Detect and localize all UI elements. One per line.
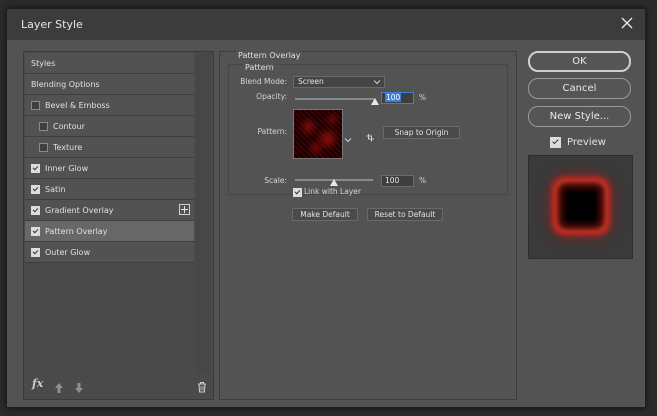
close-icon[interactable] bbox=[619, 15, 635, 31]
styles-list: Styles Blending Options Bevel & Emboss Cont… bbox=[25, 53, 194, 263]
opacity-slider[interactable] bbox=[295, 98, 375, 100]
styles-list-item[interactable]: Gradient Overlay bbox=[25, 200, 194, 221]
pattern-subgroup-title: Pattern bbox=[243, 63, 276, 72]
style-label: Satin bbox=[45, 184, 66, 194]
pattern-fieldset: Pattern Blend Mode: Screen Opacity: 100 … bbox=[228, 63, 508, 195]
style-checkbox[interactable] bbox=[31, 247, 40, 257]
style-label: Styles bbox=[31, 58, 56, 68]
preview-label: Preview bbox=[567, 136, 606, 148]
styles-list-item[interactable]: Outer Glow bbox=[25, 242, 194, 263]
style-checkbox[interactable] bbox=[39, 121, 48, 131]
group-title: Pattern Overlay bbox=[236, 51, 303, 60]
styles-scrollbar[interactable] bbox=[196, 53, 210, 373]
new-style-button[interactable]: New Style... bbox=[528, 106, 631, 127]
dialog-title: Layer Style bbox=[21, 18, 83, 31]
style-label: Contour bbox=[53, 121, 85, 131]
pattern-dropdown-icon[interactable] bbox=[344, 129, 352, 143]
opacity-label: Opacity: bbox=[256, 92, 287, 101]
move-up-icon[interactable] bbox=[54, 379, 64, 393]
styles-footer: fx bbox=[32, 377, 207, 393]
scale-label: Scale: bbox=[264, 176, 287, 185]
styles-list-item[interactable]: Pattern Overlay bbox=[25, 221, 194, 242]
style-checkbox[interactable] bbox=[31, 100, 40, 110]
layer-style-dialog: Layer Style Styles Blending Options Bevel … bbox=[6, 8, 646, 408]
style-label: Blending Options bbox=[31, 79, 100, 89]
blend-mode-select[interactable]: Screen bbox=[293, 76, 385, 88]
scale-value: 100 bbox=[385, 176, 400, 185]
styles-list-item[interactable]: Satin bbox=[25, 179, 194, 200]
link-with-layer-checkbox[interactable] bbox=[293, 188, 302, 197]
trash-icon[interactable] bbox=[197, 378, 207, 393]
style-preview-thumbnail bbox=[528, 155, 633, 259]
preview-toggle: Preview bbox=[550, 135, 606, 149]
styles-list-item[interactable]: Blending Options bbox=[25, 74, 194, 95]
snap-to-origin-button[interactable]: Snap to Origin bbox=[383, 126, 460, 139]
pattern-overlay-panel: Pattern Overlay Pattern Blend Mode: Scre… bbox=[219, 51, 517, 400]
scale-slider-thumb[interactable] bbox=[330, 179, 338, 186]
blend-mode-label: Blend Mode: bbox=[240, 77, 287, 86]
style-checkbox[interactable] bbox=[39, 142, 48, 152]
style-label: Outer Glow bbox=[45, 247, 91, 257]
style-checkbox[interactable] bbox=[31, 184, 40, 194]
styles-list-item[interactable]: Contour bbox=[25, 116, 194, 137]
add-style-icon[interactable] bbox=[179, 204, 190, 215]
chevron-down-icon bbox=[373, 78, 381, 86]
styles-panel: Styles Blending Options Bevel & Emboss Cont… bbox=[23, 51, 214, 400]
reset-to-default-button[interactable]: Reset to Default bbox=[367, 208, 443, 221]
opacity-slider-thumb[interactable] bbox=[371, 98, 379, 105]
blend-mode-value: Screen bbox=[298, 77, 324, 86]
opacity-input[interactable]: 100 bbox=[381, 92, 414, 104]
pattern-swatch[interactable] bbox=[293, 109, 343, 159]
pattern-label: Pattern: bbox=[257, 127, 287, 136]
cancel-button[interactable]: Cancel bbox=[528, 78, 631, 99]
link-with-layer-label: Link with Layer bbox=[304, 187, 361, 196]
style-checkbox[interactable] bbox=[31, 163, 40, 173]
style-checkbox[interactable] bbox=[31, 205, 40, 215]
styles-list-item[interactable]: Styles bbox=[25, 53, 194, 74]
new-preset-icon[interactable] bbox=[365, 128, 375, 142]
title-bar: Layer Style bbox=[7, 9, 645, 40]
style-label: Inner Glow bbox=[45, 163, 89, 173]
opacity-unit: % bbox=[419, 93, 427, 102]
style-label: Pattern Overlay bbox=[45, 226, 108, 236]
fx-icon[interactable]: fx bbox=[32, 377, 43, 390]
ok-button[interactable]: OK bbox=[528, 51, 631, 72]
preview-checkbox[interactable] bbox=[550, 136, 561, 148]
style-label: Gradient Overlay bbox=[45, 205, 114, 215]
style-checkbox[interactable] bbox=[31, 226, 40, 236]
styles-list-item[interactable]: Inner Glow bbox=[25, 158, 194, 179]
styles-list-item[interactable]: Bevel & Emboss bbox=[25, 95, 194, 116]
styles-list-item[interactable]: Texture bbox=[25, 137, 194, 158]
scale-unit: % bbox=[419, 176, 427, 185]
opacity-value: 100 bbox=[385, 93, 402, 102]
scale-input[interactable]: 100 bbox=[381, 175, 414, 187]
move-down-icon[interactable] bbox=[74, 379, 84, 393]
make-default-button[interactable]: Make Default bbox=[292, 208, 358, 221]
style-label: Bevel & Emboss bbox=[45, 100, 110, 110]
style-label: Texture bbox=[53, 142, 83, 152]
preview-glow-square bbox=[555, 180, 607, 232]
